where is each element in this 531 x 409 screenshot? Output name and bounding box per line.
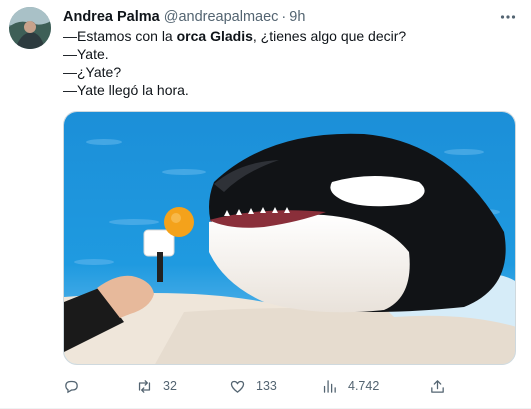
reply-button[interactable] <box>63 376 90 396</box>
orca-microphone-photo <box>64 112 515 364</box>
tweet-line-4: —Yate llegó la hora. <box>63 82 189 98</box>
like-button[interactable]: 133 <box>229 376 277 396</box>
tweet-line-1-end: , ¿tienes algo que decir? <box>252 28 407 44</box>
tweet-media-photo[interactable] <box>63 111 516 365</box>
retweet-button[interactable]: 32 <box>136 376 177 396</box>
views-bars-icon <box>323 379 336 393</box>
more-dots-icon <box>500 15 516 19</box>
avatar[interactable] <box>9 7 51 49</box>
tweet-actions: 32 133 4.742 <box>63 376 453 396</box>
separator-dot: · <box>281 9 287 25</box>
author-handle[interactable]: @andreapalmaec <box>164 8 279 26</box>
tweet-text: —Estamos con la orca Gladis, ¿tienes alg… <box>63 27 513 99</box>
tweet-line-2: —Yate. <box>63 46 109 62</box>
more-options-button[interactable] <box>499 8 517 26</box>
share-button[interactable] <box>429 376 446 396</box>
tweet-line-3: —¿Yate? <box>63 64 122 80</box>
avatar-image <box>9 7 51 49</box>
author-display-name[interactable]: Andrea Palma <box>63 8 160 26</box>
retweet-icon <box>138 379 151 393</box>
views-count: 4.742 <box>348 379 380 393</box>
share-upload-icon <box>431 379 444 393</box>
tweet-line-1: —Estamos con la orca Gladis, ¿tienes alg… <box>63 27 513 45</box>
tweet-timestamp[interactable]: 9h <box>289 8 305 26</box>
retweet-count: 32 <box>163 379 177 393</box>
like-count: 133 <box>256 379 277 393</box>
heart-icon <box>230 380 245 393</box>
views-button[interactable]: 4.742 <box>321 376 379 396</box>
tweet[interactable]: Andrea Palma @andreapalmaec · 9h —Estamo… <box>0 0 531 409</box>
tweet-line-1-start: —Estamos con la <box>63 28 177 44</box>
reply-bubble-icon <box>65 380 78 393</box>
tweet-header: Andrea Palma @andreapalmaec · 9h <box>63 8 491 26</box>
tweet-line-1-bold: orca Gladis <box>176 28 253 44</box>
